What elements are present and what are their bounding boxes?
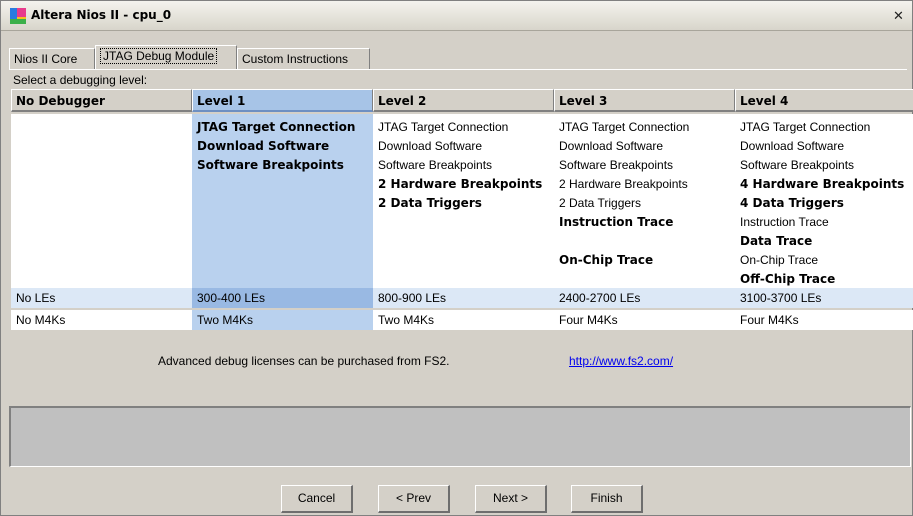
tab-label: Nios II Core [14,52,78,66]
le-cell[interactable]: 3100-3700 LEs [735,288,913,308]
tab-label: JTAG Debug Module [100,48,218,64]
level-column-level-1[interactable]: JTAG Target Connection Download Software S… [192,114,373,288]
level-column-level-3[interactable]: JTAG Target Connection Download Software S… [554,114,735,288]
le-cell[interactable]: 2400-2700 LEs [554,288,735,308]
feature-item: JTAG Target Connection [740,120,871,134]
feature-item: JTAG Target Connection [378,120,509,134]
feature-item: Download Software [740,139,845,153]
le-cell[interactable]: 800-900 LEs [373,288,554,308]
message-area [9,406,911,467]
altera-app-icon [10,8,26,24]
feature-item: On-Chip Trace [740,253,819,267]
feature-item: JTAG Target Connection [197,120,356,134]
feature-item: Download Software [197,139,330,153]
feature-item: JTAG Target Connection [559,120,690,134]
feature-item: On-Chip Trace [559,253,654,267]
cancel-button[interactable]: Cancel [281,485,353,513]
column-header-level-4[interactable]: Level 4 [735,89,913,112]
next-button[interactable]: Next > [475,485,547,513]
m4k-cell[interactable]: Two M4Ks [192,310,373,330]
feature-item: Software Breakpoints [740,158,855,172]
level-column-level-4[interactable]: JTAG Target Connection Download Software S… [735,114,913,288]
feature-item: Download Software [378,139,483,153]
feature-item: 4 Data Triggers [740,196,844,210]
tab-jtag-debug-module[interactable]: JTAG Debug Module [95,45,237,69]
column-header-no-debugger[interactable]: No Debugger [11,89,192,112]
feature-item: Download Software [559,139,664,153]
fs2-link[interactable]: http://www.fs2.com/ [569,354,673,368]
feature-item: 2 Data Triggers [378,196,482,210]
feature-item: Instruction Trace [740,215,829,229]
column-header-level-1[interactable]: Level 1 [192,89,373,112]
close-icon[interactable]: ✕ [891,9,906,23]
feature-item: 2 Hardware Breakpoints [378,177,543,191]
window-title: Altera Nios II - cpu_0 [31,8,172,22]
tab-custom-instructions[interactable]: Custom Instructions [237,48,370,69]
finish-button[interactable]: Finish [571,485,643,513]
m4k-cell[interactable]: No M4Ks [11,310,192,330]
feature-item: Instruction Trace [559,215,674,229]
tab-nios-ii-core[interactable]: Nios II Core [9,48,95,69]
feature-item [559,232,735,251]
feature-item: 2 Data Triggers [559,196,642,210]
feature-item: Software Breakpoints [559,158,674,172]
feature-item: 2 Hardware Breakpoints [559,177,688,191]
le-cell[interactable]: No LEs [11,288,192,308]
title-bar[interactable]: Altera Nios II - cpu_0 ✕ [1,1,912,31]
m4k-cell[interactable]: Two M4Ks [373,310,554,330]
column-header-level-2[interactable]: Level 2 [373,89,554,112]
wizard-window: Altera Nios II - cpu_0 ✕ Nios II Core JT… [0,0,913,516]
debug-level-prompt: Select a debugging level: [13,73,148,87]
feature-item: Data Trace [740,234,813,248]
column-header-level-3[interactable]: Level 3 [554,89,735,112]
license-info-text: Advanced debug licenses can be purchased… [158,354,450,368]
level-column-no-debugger[interactable] [11,114,192,288]
feature-item: Software Breakpoints [197,158,344,172]
m4k-cell[interactable]: Four M4Ks [735,310,913,330]
m4k-cell[interactable]: Four M4Ks [554,310,735,330]
feature-item: 4 Hardware Breakpoints [740,177,905,191]
feature-item: Software Breakpoints [378,158,493,172]
le-cell[interactable]: 300-400 LEs [192,288,373,308]
prev-button[interactable]: < Prev [378,485,450,513]
level-column-level-2[interactable]: JTAG Target Connection Download Software S… [373,114,554,288]
tab-label: Custom Instructions [242,52,349,66]
feature-item: Off-Chip Trace [740,272,836,286]
button-bar: Cancel < Prev Next > Finish [1,470,912,516]
